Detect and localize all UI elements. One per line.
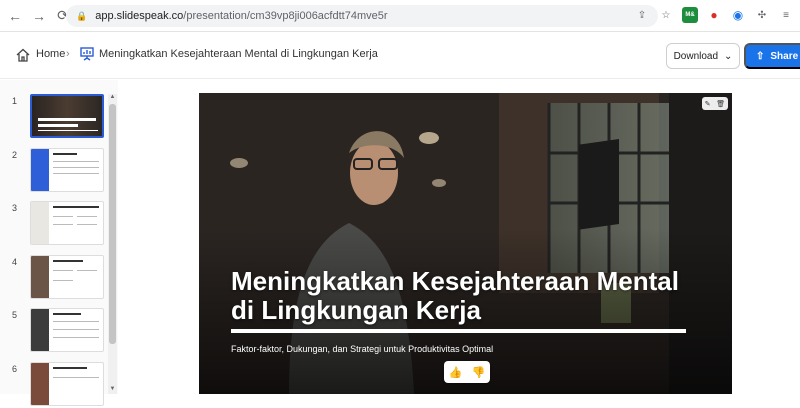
scroll-up-icon[interactable]: ▲ bbox=[109, 94, 116, 100]
title-underline bbox=[231, 329, 686, 333]
slide-thumbnail-4[interactable]: 4 bbox=[0, 255, 108, 301]
breadcrumb-home[interactable]: Home bbox=[36, 48, 65, 60]
slide-thumbnail-image[interactable] bbox=[30, 94, 104, 138]
address-bar[interactable]: 🔒 app.slidespeak.co/presentation/cm39vp8… bbox=[66, 5, 658, 27]
slide-number: 6 bbox=[12, 364, 18, 374]
thumbnail-scrollbar[interactable]: ▲ ▼ bbox=[108, 94, 117, 394]
slide-thumbnail-image[interactable] bbox=[30, 201, 104, 245]
playlist-icon[interactable]: ≡ bbox=[778, 7, 794, 23]
download-label: Download bbox=[673, 50, 719, 62]
share-label: Share bbox=[770, 50, 799, 62]
slide-editor-stage: Meningkatkan Kesejahteraan Mental di Lin… bbox=[120, 80, 800, 394]
slide-thumbnail-image[interactable] bbox=[30, 362, 104, 406]
slide-thumbnail-3[interactable]: 3 bbox=[0, 201, 108, 247]
spreadsheet-extension-icon[interactable]: M& bbox=[682, 7, 698, 23]
slide-number: 4 bbox=[12, 257, 18, 267]
slide-thumbnail-2[interactable]: 2 bbox=[0, 148, 108, 194]
current-slide[interactable]: Meningkatkan Kesejahteraan Mental di Lin… bbox=[199, 93, 732, 394]
thumbs-up-icon[interactable]: 👍 bbox=[449, 366, 463, 379]
slide-thumbnail-image[interactable] bbox=[30, 308, 104, 352]
app-header: Home › Meningkatkan Kesejahteraan Mental… bbox=[0, 33, 800, 79]
feedback-buttons: 👍 👎 bbox=[444, 361, 490, 383]
browser-toolbar: ← → ⟳ 🔒 app.slidespeak.co/presentation/c… bbox=[0, 0, 800, 32]
presentation-icon bbox=[80, 47, 94, 61]
lock-icon: 🔒 bbox=[76, 10, 88, 21]
extension-icons: ⇪ ☆ M& ● ◉ ✣ ≡ bbox=[634, 7, 794, 23]
slide-tools: ✎ 🗑 bbox=[702, 97, 728, 110]
slide-thumbnail-image[interactable] bbox=[30, 255, 104, 299]
slide-thumbnail-image[interactable] bbox=[30, 148, 104, 192]
slide-title-line-1: Meningkatkan Kesejahteraan Mental bbox=[231, 266, 679, 296]
slide-title[interactable]: Meningkatkan Kesejahteraan Mental di Lin… bbox=[231, 267, 691, 325]
url-host: app.slidespeak.co bbox=[95, 10, 184, 22]
url-path: /presentation/cm39vp8ji006acfdtt74mve5r bbox=[183, 10, 388, 22]
share-icon[interactable]: ⇪ bbox=[634, 7, 650, 23]
slide-thumbnail-panel: 1 2 3 4 5 6 bbox=[0, 80, 118, 406]
home-icon[interactable] bbox=[15, 47, 31, 63]
breadcrumb-separator: › bbox=[66, 48, 70, 60]
scrollbar-thumb[interactable] bbox=[109, 104, 116, 344]
slide-number: 1 bbox=[12, 96, 18, 106]
share-button[interactable]: ⇧ Share bbox=[744, 43, 800, 69]
download-button[interactable]: Download ⌄ bbox=[666, 43, 740, 69]
scroll-down-icon[interactable]: ▼ bbox=[109, 386, 116, 392]
forward-icon[interactable]: → bbox=[30, 7, 48, 25]
slide-thumbnail-5[interactable]: 5 bbox=[0, 308, 108, 354]
delete-icon[interactable]: 🗑 bbox=[716, 100, 725, 108]
slide-title-line-2: di Lingkungan Kerja bbox=[231, 295, 481, 325]
edit-icon[interactable]: ✎ bbox=[705, 100, 711, 108]
recorder-extension-icon[interactable]: ● bbox=[706, 7, 722, 23]
puzzle-icon[interactable]: ✣ bbox=[754, 7, 770, 23]
chevron-down-icon: ⌄ bbox=[724, 50, 733, 62]
breadcrumb-presentation-title: Meningkatkan Kesejahteraan Mental di Lin… bbox=[99, 48, 378, 60]
slide-number: 2 bbox=[12, 150, 18, 160]
upload-icon: ⇧ bbox=[756, 50, 765, 62]
sync-extension-icon[interactable]: ◉ bbox=[730, 7, 746, 23]
slide-thumbnail-1[interactable]: 1 bbox=[0, 94, 108, 140]
star-icon[interactable]: ☆ bbox=[658, 7, 674, 23]
back-icon[interactable]: ← bbox=[6, 7, 24, 25]
thumbs-down-icon[interactable]: 👎 bbox=[472, 366, 486, 379]
slide-subtitle[interactable]: Faktor-faktor, Dukungan, dan Strategi un… bbox=[231, 344, 493, 354]
slide-number: 3 bbox=[12, 203, 18, 213]
slide-thumbnail-6[interactable]: 6 bbox=[0, 362, 108, 408]
slide-number: 5 bbox=[12, 310, 18, 320]
